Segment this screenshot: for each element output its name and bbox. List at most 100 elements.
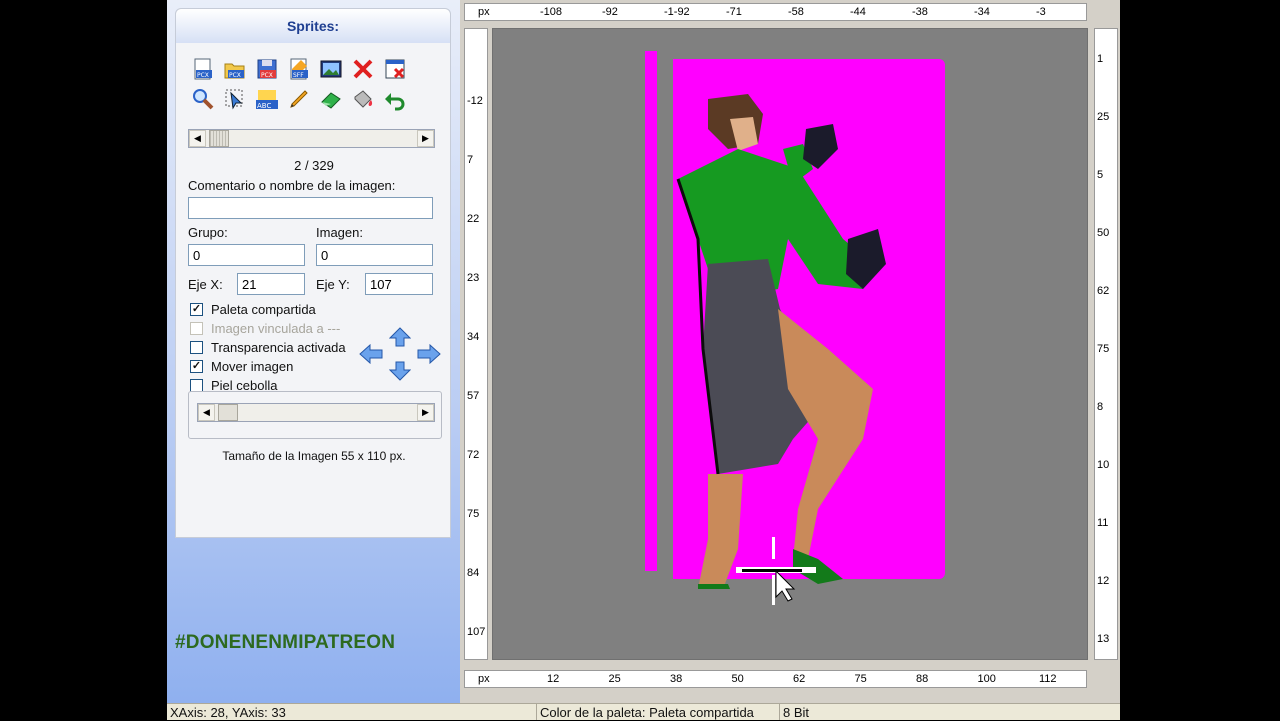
onion-scrollbar[interactable]: ◀ ▶ [197, 403, 435, 422]
undo-icon[interactable] [382, 86, 408, 112]
ruler-tick-label: 88 [916, 673, 929, 685]
open-pcx-icon[interactable]: PCX [222, 56, 248, 82]
ruler-tick-label: 107 [467, 626, 486, 638]
arrow-down-icon[interactable] [388, 361, 412, 381]
arrow-up-icon[interactable] [388, 327, 412, 347]
sprite-editor-window: Sprites: PCX PCX PCX SFF ABC ◀ ▶ 2 / 329… [167, 0, 1120, 720]
checkbox[interactable]: ✓ [190, 303, 203, 316]
select-tool-icon[interactable] [222, 86, 248, 112]
left-ruler: -12 7 22 23 34 57 72 75 84 107 [464, 28, 488, 660]
ruler-tick-label: 23 [467, 272, 480, 284]
sprite-canvas[interactable] [492, 28, 1088, 660]
toolbar-row-1: PCX PCX PCX SFF [190, 56, 408, 82]
checkbox-row: Imagen vinculada a --- [190, 321, 340, 336]
axis-y-input[interactable] [365, 273, 433, 295]
status-axes: XAxis: 28, YAxis: 33 [167, 704, 537, 720]
ruler-tick-label: 25 [1097, 111, 1110, 123]
ruler-tick-label: 12 [547, 673, 560, 685]
image-label: Imagen: [316, 225, 363, 240]
crosshair-cursor-icon [736, 537, 816, 605]
ruler-tick-label: -58 [788, 6, 804, 18]
bottom-ruler: px 12 25 38 50 62 75 88 100 112 [464, 670, 1087, 688]
checkbox-row[interactable]: Transparencia activada [190, 340, 346, 355]
ruler-tick-label: 57 [467, 390, 480, 402]
ruler-tick-label: 1 [1097, 53, 1104, 65]
top-ruler-unit: px [478, 6, 490, 18]
sff-icon[interactable]: SFF [286, 56, 312, 82]
group-input[interactable] [188, 244, 305, 266]
svg-text:PCX: PCX [229, 72, 241, 79]
ruler-tick-label: 50 [1097, 227, 1110, 239]
scroll-right-arrow[interactable]: ▶ [417, 130, 434, 147]
ruler-tick-label: 13 [1097, 633, 1110, 645]
scroll-left-arrow[interactable]: ◀ [189, 130, 206, 147]
image-input[interactable] [316, 244, 433, 266]
sprite-scrollbar[interactable]: ◀ ▶ [188, 129, 435, 148]
onion-scroll-thumb[interactable] [218, 404, 238, 421]
arrow-right-icon[interactable] [417, 343, 441, 365]
right-ruler: 1 25 5 50 62 75 8 10 11 12 13 [1094, 28, 1118, 660]
ruler-tick-label: 100 [977, 673, 996, 685]
zoom-icon[interactable] [190, 86, 216, 112]
ruler-tick-label: -108 [540, 6, 563, 18]
onion-frame: ◀ ▶ [188, 391, 442, 439]
save-pcx-icon[interactable]: PCX [254, 56, 280, 82]
image-size-text: Tamaño de la Imagen 55 x 110 px. [222, 449, 406, 463]
sprites-group: Sprites: PCX PCX PCX SFF ABC ◀ ▶ 2 / 329… [175, 8, 451, 538]
axis-y-label: Eje Y: [316, 277, 350, 292]
ruler-tick-label: 12 [1097, 575, 1110, 587]
ruler-tick-label: -44 [850, 6, 866, 18]
axis-x-label: Eje X: [188, 277, 223, 292]
ruler-tick-label: 7 [467, 154, 474, 166]
ruler-tick-label: -38 [912, 6, 928, 18]
sprite-strip-left [645, 51, 657, 571]
close-image-icon[interactable] [382, 56, 408, 82]
left-panel: Sprites: PCX PCX PCX SFF ABC ◀ ▶ 2 / 329… [167, 0, 460, 703]
pencil-icon[interactable] [286, 86, 312, 112]
checkbox[interactable]: ✓ [190, 360, 203, 373]
delete-icon[interactable] [350, 56, 376, 82]
ruler-tick-label: 62 [1097, 285, 1110, 297]
status-palette: Color de la paleta: Paleta compartida [537, 704, 780, 720]
ruler-tick-label: -3 [1036, 6, 1046, 18]
ruler-tick-label: -92 [602, 6, 618, 18]
checkbox-label: Paleta compartida [211, 302, 316, 317]
checkbox[interactable] [190, 341, 203, 354]
onion-scroll-left-arrow[interactable]: ◀ [198, 404, 215, 421]
ruler-tick-label: 38 [670, 673, 683, 685]
status-bar: XAxis: 28, YAxis: 33 Color de la paleta:… [167, 703, 1120, 720]
checkbox-row[interactable]: ✓ Mover imagen [190, 359, 293, 374]
ruler-tick-label: 62 [793, 673, 806, 685]
comment-label: Comentario o nombre de la imagen: [188, 178, 396, 193]
ruler-tick-label: -12 [467, 95, 483, 107]
sprite-scroll-thumb[interactable] [209, 130, 229, 147]
ruler-tick-label: -34 [974, 6, 990, 18]
ruler-tick-label: 112 [1039, 673, 1057, 685]
arrow-left-icon[interactable] [359, 343, 383, 365]
comment-input[interactable] [188, 197, 433, 219]
text-abc-icon[interactable]: ABC [254, 86, 280, 112]
sprites-title: Sprites: [176, 9, 450, 43]
top-ruler: px -108 -92 -1-92 -71 -58 -44 -38 -34 -3 [464, 3, 1087, 21]
svg-text:PCX: PCX [261, 72, 273, 79]
checkbox-row[interactable]: ✓ Paleta compartida [190, 302, 316, 317]
onion-scroll-right-arrow[interactable]: ▶ [417, 404, 434, 421]
new-pcx-icon[interactable]: PCX [190, 56, 216, 82]
ruler-tick-label: 75 [1097, 343, 1110, 355]
checkbox-label: Transparencia activada [211, 340, 346, 355]
image-view-icon[interactable] [318, 56, 344, 82]
checkbox [190, 322, 203, 335]
ruler-tick-label: 8 [1097, 401, 1104, 413]
axis-x-input[interactable] [237, 273, 305, 295]
move-arrows [359, 327, 443, 381]
fill-bucket-icon[interactable] [350, 86, 376, 112]
bottom-ruler-unit: px [478, 673, 490, 685]
checkbox-label: Mover imagen [211, 359, 294, 374]
ruler-tick-label: 22 [467, 213, 480, 225]
sprite-image [676, 94, 886, 589]
eraser-icon[interactable] [318, 86, 344, 112]
ruler-tick-label: 72 [467, 449, 480, 461]
svg-text:ABC: ABC [257, 102, 271, 110]
ruler-tick-label: 75 [467, 508, 480, 520]
ruler-tick-label: 84 [467, 567, 480, 579]
